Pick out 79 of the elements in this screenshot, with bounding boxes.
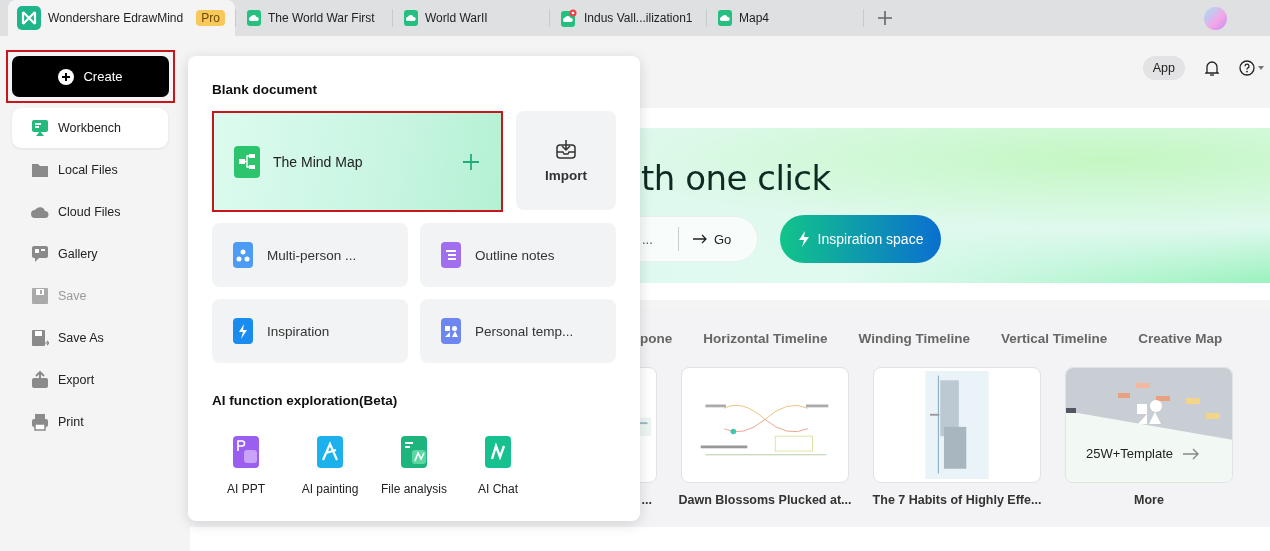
category-tab[interactable]: Creative Map xyxy=(1138,330,1223,346)
create-button[interactable]: Create xyxy=(12,56,169,97)
app-tab[interactable]: World WarII xyxy=(393,0,549,36)
import-button[interactable]: Import xyxy=(516,111,616,210)
section-title: Blank document xyxy=(212,82,318,98)
create-option[interactable]: Multi-person ... xyxy=(212,223,408,287)
template-icon xyxy=(1137,398,1163,424)
create-option[interactable]: Personal temp... xyxy=(420,299,616,363)
pro-badge: Pro xyxy=(196,10,225,26)
ai-painting-icon xyxy=(317,436,343,468)
mind-map-card[interactable]: The Mind Map xyxy=(212,111,503,212)
sidebar-item[interactable]: Workbench xyxy=(12,108,168,148)
arrow-right-icon xyxy=(1183,447,1200,460)
bell-icon[interactable] xyxy=(1205,60,1219,76)
plus-circle-icon xyxy=(58,68,75,85)
mind-map-icon xyxy=(234,145,260,178)
file-analysis-icon xyxy=(401,436,427,468)
tab-title: Map4 xyxy=(739,11,770,25)
help-icon[interactable] xyxy=(1239,60,1255,76)
personal-template-icon xyxy=(441,318,461,344)
sidebar-item[interactable]: Local Files xyxy=(12,150,168,190)
cloud-document-icon xyxy=(247,10,261,26)
ai-ppt-icon xyxy=(233,436,259,468)
sidebar-item[interactable]: Print xyxy=(12,402,168,442)
add-tab-icon[interactable] xyxy=(878,11,892,25)
app-tab[interactable]: Indus Vall...ilization1 xyxy=(550,0,706,36)
category-tab[interactable]: Horizontal Timeline xyxy=(703,330,828,346)
import-icon xyxy=(556,138,576,159)
app-tab[interactable]: Map4 xyxy=(707,0,863,36)
caret-icon xyxy=(1258,66,1264,70)
ai-tool[interactable]: File analysis xyxy=(380,436,448,496)
sidebar-item[interactable]: Cloud Files xyxy=(12,192,168,232)
tab-title: World WarII xyxy=(425,11,488,25)
mindmap-logo-icon xyxy=(17,6,41,30)
ai-tool[interactable]: AI Chat xyxy=(464,436,532,496)
template-caption: The 7 Habits of Highly Effe... xyxy=(872,492,1042,508)
ai-chat-icon xyxy=(485,436,511,468)
sidebar-item[interactable]: Export xyxy=(12,360,168,400)
folder-icon xyxy=(31,161,49,179)
tab-title: Wondershare EdrawMind xyxy=(48,11,184,25)
template-count: 25W+Template xyxy=(1086,446,1174,461)
template-caption: Dawn Blossoms Plucked at... xyxy=(678,492,852,508)
ai-tool[interactable]: AI PPT xyxy=(212,436,280,496)
arrow-right-icon xyxy=(693,234,707,244)
template-caption: ... xyxy=(641,492,652,508)
cloud-document-icon xyxy=(718,10,732,26)
create-option[interactable]: Inspiration xyxy=(212,299,408,363)
template-card[interactable]: 25W+Template xyxy=(1065,367,1233,483)
multi-person-icon xyxy=(233,242,253,268)
go-button[interactable]: Go xyxy=(679,231,732,247)
lightning-icon xyxy=(797,231,810,247)
app-button[interactable]: App xyxy=(1142,56,1185,80)
avatar-icon[interactable] xyxy=(1204,7,1227,30)
sidebar-item[interactable]: Gallery xyxy=(12,234,168,274)
tab-title: The World War First xyxy=(268,11,375,25)
cloud-document-icon xyxy=(404,10,418,26)
tab-title: Indus Vall...ilization1 xyxy=(584,11,693,25)
app-tab[interactable]: Wondershare EdrawMind Pro xyxy=(8,0,235,36)
create-option[interactable]: Outline notes xyxy=(420,223,616,287)
save-as-icon xyxy=(31,329,49,347)
template-caption: More xyxy=(1134,492,1164,508)
sidebar-item[interactable]: Save As xyxy=(12,318,168,358)
outline-notes-icon xyxy=(441,242,461,268)
ai-tool[interactable]: AI painting xyxy=(296,436,364,496)
category-tab[interactable]: pone xyxy=(640,330,673,346)
export-icon xyxy=(31,371,49,389)
banner-heading: th one click xyxy=(641,158,832,198)
print-icon xyxy=(31,413,49,431)
inspiration-space-button[interactable]: Inspiration space xyxy=(780,215,941,263)
section-title: AI function exploration(Beta) xyxy=(212,393,399,409)
lightning-icon xyxy=(233,318,253,344)
save-icon xyxy=(31,287,49,305)
category-tab[interactable]: Winding Timeline xyxy=(858,330,970,346)
category-tab[interactable]: Vertical Timeline xyxy=(1000,330,1108,346)
gallery-icon xyxy=(31,245,49,263)
app-tab[interactable]: The World War First xyxy=(236,0,392,36)
cloud-document-pin-icon xyxy=(561,9,577,27)
plus-icon xyxy=(463,153,479,170)
workbench-icon xyxy=(31,119,49,137)
